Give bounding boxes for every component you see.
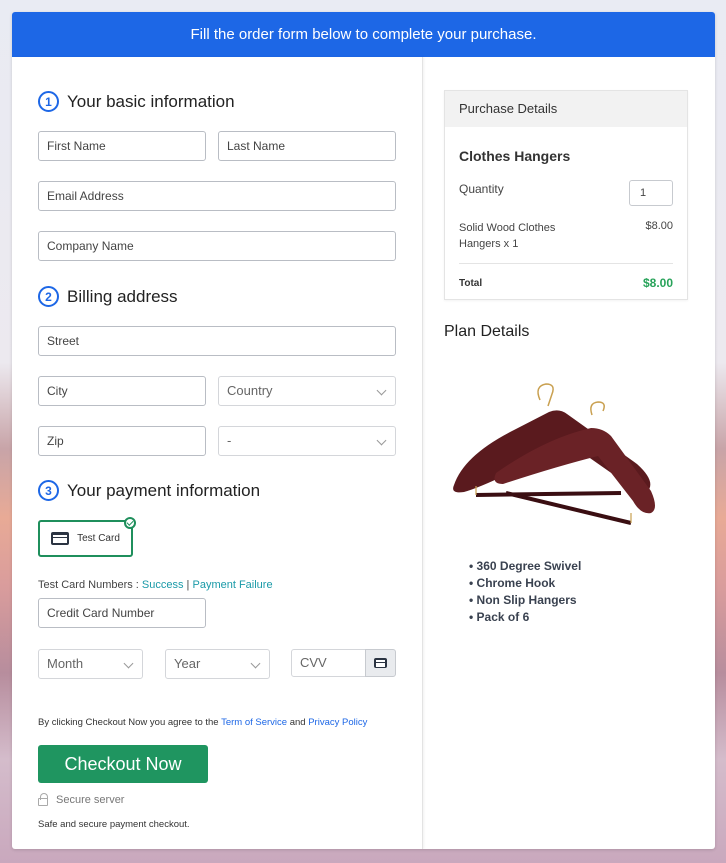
- step-number: 1: [38, 91, 59, 112]
- quantity-input[interactable]: 1: [629, 180, 673, 206]
- test-card-numbers: Test Card Numbers : Success | Payment Fa…: [38, 579, 273, 591]
- state-select-value: -: [227, 433, 232, 448]
- street-input[interactable]: Street: [38, 326, 396, 356]
- divider: [459, 263, 673, 264]
- test-card-label: Test Card: [77, 533, 120, 544]
- feature-item: 360 Degree Swivel: [469, 558, 582, 575]
- test-card-numbers-label: Test Card Numbers :: [38, 579, 142, 591]
- total-label: Total: [459, 278, 483, 289]
- test-card-option[interactable]: Test Card: [38, 517, 136, 557]
- hanger-image: [453, 383, 655, 525]
- section-basic-info: 1 Your basic information: [38, 91, 235, 112]
- line-item-price: $8.00: [645, 220, 673, 232]
- chevron-down-icon: [376, 435, 387, 446]
- country-select[interactable]: Country: [218, 376, 396, 406]
- cvv-input[interactable]: CVV: [291, 649, 366, 677]
- month-select[interactable]: Month: [38, 649, 143, 679]
- quantity-label: Quantity: [459, 182, 504, 196]
- feature-list: 360 Degree Swivel Chrome Hook Non Slip H…: [469, 558, 582, 626]
- step-number: 3: [38, 480, 59, 501]
- feature-item: Non Slip Hangers: [469, 592, 581, 609]
- checkout-button[interactable]: Checkout Now: [38, 745, 208, 783]
- email-input[interactable]: Email Address: [38, 181, 396, 211]
- banner: Fill the order form below to complete yo…: [12, 12, 715, 57]
- feature-item: Chrome Hook: [469, 575, 581, 592]
- product-name: Clothes Hangers: [459, 148, 571, 164]
- last-name-input[interactable]: Last Name: [218, 131, 396, 161]
- year-select[interactable]: Year: [165, 649, 270, 679]
- line-item: Solid Wood Clothes Hangers x 1: [459, 222, 556, 250]
- agreement-prefix: By clicking Checkout Now you agree to th…: [38, 717, 222, 728]
- success-link[interactable]: Success: [142, 579, 184, 591]
- terms-link[interactable]: Term of Service: [221, 717, 287, 728]
- summary-column: Purchase Details Clothes Hangers Quantit…: [424, 57, 715, 849]
- section-title: Your payment information: [67, 480, 261, 500]
- credit-card-icon: [51, 532, 70, 545]
- privacy-link[interactable]: Privacy Policy: [308, 717, 367, 728]
- credit-card-icon: [374, 658, 387, 668]
- city-input[interactable]: City: [38, 376, 206, 406]
- chevron-down-icon: [250, 658, 261, 669]
- step-number: 2: [38, 286, 59, 307]
- card-number-input[interactable]: Credit Card Number: [38, 598, 206, 628]
- section-payment: 3 Your payment information: [38, 480, 260, 501]
- order-form-card: Fill the order form below to complete yo…: [12, 12, 715, 849]
- payment-failure-link[interactable]: Payment Failure: [192, 579, 272, 591]
- purchase-details-header: Purchase Details: [445, 91, 687, 127]
- secure-server-label: Secure server: [56, 794, 125, 806]
- lock-icon: [38, 793, 48, 806]
- first-name-input[interactable]: First Name: [38, 131, 206, 161]
- check-circle-icon: [124, 517, 136, 529]
- company-input[interactable]: Company Name: [38, 231, 396, 261]
- purchase-details: Purchase Details Clothes Hangers Quantit…: [444, 90, 688, 300]
- section-title: Your basic information: [67, 91, 235, 111]
- safe-checkout-text: Safe and secure payment checkout.: [38, 819, 190, 830]
- country-select-value: Country: [227, 383, 273, 398]
- cvv-addon: [365, 649, 396, 677]
- form-column: 1 Your basic information First Name Last…: [12, 57, 423, 849]
- total-value: $8.00: [642, 276, 673, 290]
- year-select-value: Year: [174, 656, 201, 671]
- zip-input[interactable]: Zip: [38, 426, 206, 456]
- chevron-down-icon: [123, 658, 134, 669]
- state-select[interactable]: -: [218, 426, 396, 456]
- plan-details-title: Plan Details: [444, 323, 530, 340]
- feature-item: Pack of 6: [469, 609, 581, 626]
- agreement-text: By clicking Checkout Now you agree to th…: [38, 717, 367, 728]
- agreement-and: and: [287, 717, 309, 728]
- section-title: Billing address: [67, 286, 178, 306]
- chevron-down-icon: [376, 385, 387, 396]
- month-select-value: Month: [47, 656, 84, 671]
- section-billing: 2 Billing address: [38, 286, 178, 307]
- secure-server: Secure server: [38, 793, 125, 806]
